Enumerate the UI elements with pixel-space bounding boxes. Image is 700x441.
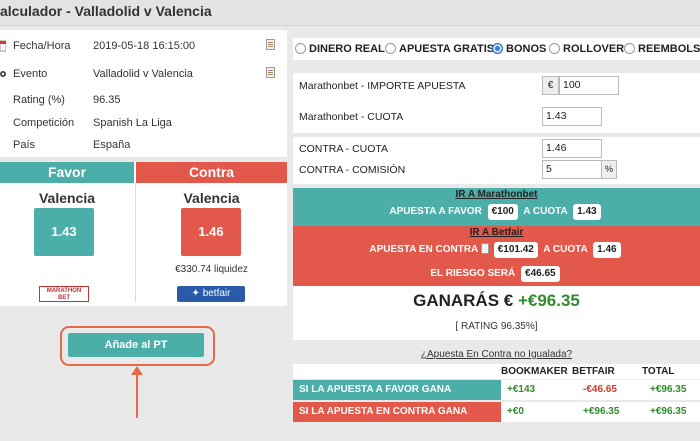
- risk-row: EL RIESGO SERÁ €46.65: [293, 266, 700, 282]
- radio-icon: [295, 43, 306, 54]
- radio-selected-icon: [492, 43, 503, 54]
- favor-team: Valencia: [38, 190, 96, 206]
- mode-selector: DINERO REAL APUESTA GRATIS BONOS ROLLOVE…: [293, 38, 700, 60]
- uneven-lay-link[interactable]: ¿Apuesta En Contra no Igualada?: [293, 349, 700, 360]
- contra-header: Contra: [136, 162, 287, 183]
- risk-value: €46.65: [521, 266, 560, 282]
- odds-panel: Favor Contra Valencia Valencia 1.43 1.46…: [0, 162, 287, 306]
- bookmaker-fields: Marathonbet - IMPORTE APUESTA Marathonbe…: [293, 73, 700, 133]
- euro-prefix: €: [542, 76, 559, 95]
- marathonbet-logo[interactable]: MARATHON BET: [39, 286, 89, 302]
- contra-cuota-input[interactable]: 1.46: [542, 139, 602, 158]
- liquidity-text: €330.74 liquidez: [175, 264, 248, 275]
- copy-icon[interactable]: [266, 39, 275, 50]
- betfair-logo[interactable]: ✦ betfair: [177, 286, 245, 302]
- marathonbet-section: IR A Marathonbet APUESTA A FAVOR €100 A …: [293, 188, 700, 226]
- marathon-bet-row: APUESTA A FAVOR €100 A CUOTA 1.43: [293, 204, 700, 220]
- contra-team: Valencia: [183, 190, 240, 206]
- go-marathonbet-link[interactable]: IR A Marathonbet: [293, 189, 700, 200]
- favor-odds-pill: 1.43: [573, 204, 601, 220]
- radio-bonos[interactable]: BONOS: [492, 43, 546, 55]
- radio-reembolso[interactable]: REEMBOLSO: [624, 43, 700, 55]
- radio-icon: [385, 43, 396, 54]
- contra-comision-input[interactable]: 5: [542, 160, 602, 179]
- cuota-input[interactable]: 1.43: [542, 107, 602, 126]
- info-row-competition: Competición Spanish La Liga: [13, 117, 172, 129]
- radio-dinero-real[interactable]: DINERO REAL: [295, 43, 385, 55]
- radio-icon: [549, 43, 560, 54]
- contra-odds[interactable]: 1.46: [181, 208, 241, 256]
- betfair-section: IR A Betfair APUESTA EN CONTRA €101.42 A…: [293, 226, 700, 286]
- copy-icon[interactable]: [266, 67, 275, 78]
- calculator-panel: DINERO REAL APUESTA GRATIS BONOS ROLLOVE…: [293, 38, 700, 441]
- info-row-country: País España: [13, 139, 131, 151]
- result-panel: GANARÁS € +€96.35 [ RATING 96.35%]: [293, 286, 700, 340]
- info-row-rating: Rating (%) 96.35: [13, 94, 121, 106]
- arrow-up-icon: [131, 366, 143, 418]
- go-betfair-link[interactable]: IR A Betfair: [293, 227, 700, 238]
- table-row: SI LA APUESTA A FAVOR GANA +€143 -€46.65…: [293, 380, 700, 400]
- rating-text: [ RATING 96.35%]: [455, 321, 538, 332]
- favor-odds[interactable]: 1.43: [34, 208, 94, 256]
- percent-suffix: %: [601, 160, 617, 179]
- lay-odds-pill: 1.46: [593, 242, 621, 258]
- lay-stake: €101.42: [493, 242, 538, 258]
- info-row-event: Evento Valladolid v Valencia: [0, 65, 287, 85]
- calendar-icon: [0, 40, 7, 52]
- radio-rollover[interactable]: ROLLOVER: [549, 43, 624, 55]
- profit-value: +€96.35: [517, 291, 580, 310]
- favor-stake: €100: [487, 204, 518, 220]
- event-info-panel: Fecha/Hora 2019-05-18 16:15:00 Evento Va…: [0, 30, 287, 157]
- ball-icon: [0, 68, 6, 80]
- info-row-date: Fecha/Hora 2019-05-18 16:15:00: [0, 37, 287, 57]
- betfair-bet-row: APUESTA EN CONTRA €101.42 A CUOTA 1.46: [293, 242, 700, 258]
- radio-apuesta-gratis[interactable]: APUESTA GRATIS: [385, 43, 494, 55]
- copy-icon[interactable]: [480, 243, 489, 254]
- exchange-fields: CONTRA - CUOTA CONTRA - COMISIÓN: [293, 137, 700, 184]
- profit-line: GANARÁS € +€96.35: [413, 291, 580, 310]
- favor-header: Favor: [0, 162, 134, 183]
- window-title: alculador - Valladolid v Valencia: [0, 3, 212, 19]
- table-row: SI LA APUESTA EN CONTRA GANA +€0 +€96.35…: [293, 402, 700, 422]
- add-to-pt-button[interactable]: Añade al PT: [68, 333, 204, 357]
- radio-icon: [624, 43, 635, 54]
- outcome-table-header: BOOKMAKER BETFAIR TOTAL: [293, 364, 700, 379]
- importe-input[interactable]: 100: [559, 76, 619, 95]
- title-bar: alculador - Valladolid v Valencia: [0, 0, 700, 26]
